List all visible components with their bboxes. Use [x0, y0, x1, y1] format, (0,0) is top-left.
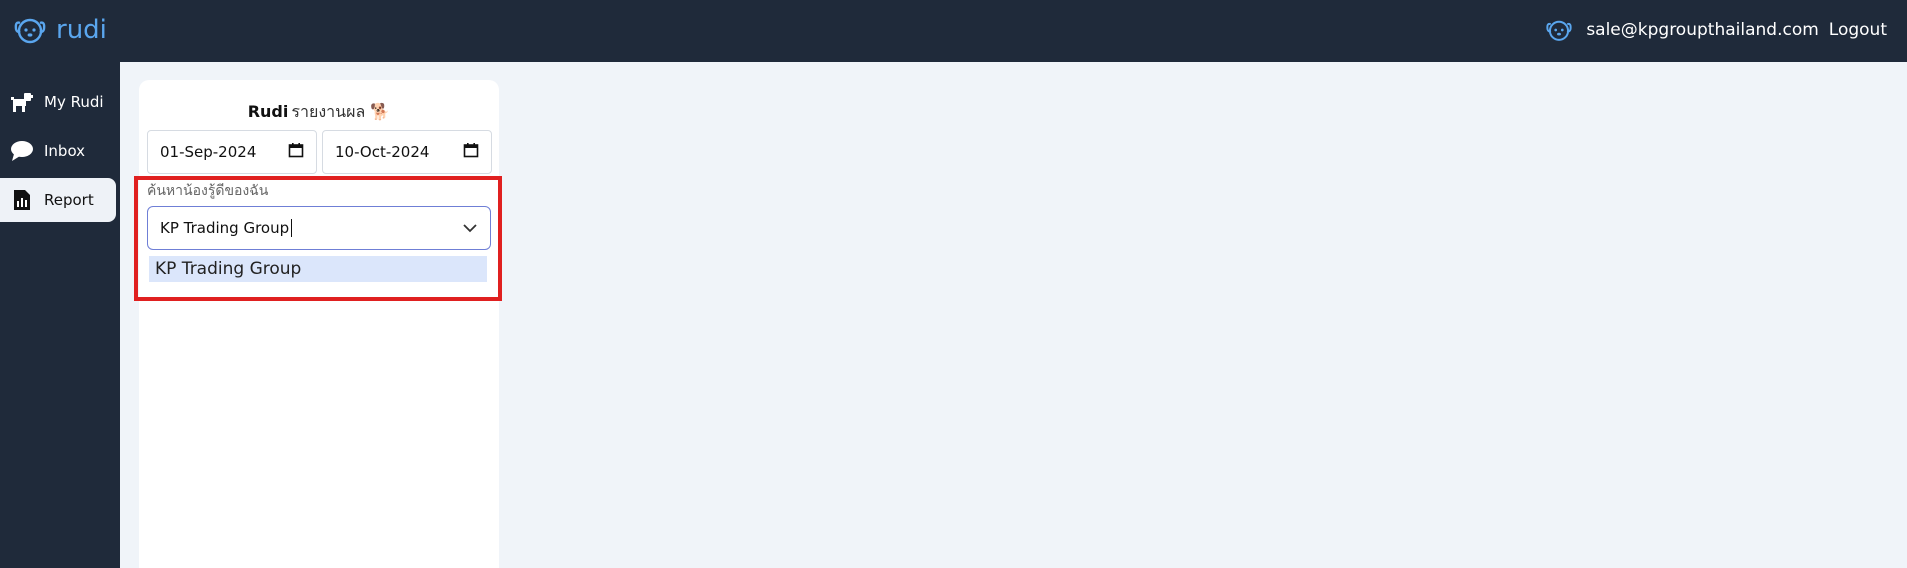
title-bold: Rudi: [247, 102, 289, 121]
dog-emoji-icon: 🐕: [370, 102, 391, 121]
sidebar-item-inbox[interactable]: Inbox: [0, 129, 116, 173]
sidebar-item-my-rudi[interactable]: My Rudi: [0, 80, 116, 124]
highlight-box: [134, 176, 502, 301]
report-panel: Rudi รายงานผล 🐕 01-Sep-2024 10-Oct-2024 ค…: [139, 80, 499, 568]
dog-icon: [0, 91, 44, 113]
start-date-value: 01-Sep-2024: [160, 143, 257, 161]
sidebar-item-label: Report: [44, 191, 94, 209]
dog-logo-icon: [12, 13, 48, 47]
brand-name: rudi: [56, 15, 107, 45]
end-date-input[interactable]: 10-Oct-2024: [322, 130, 492, 174]
chat-bubble-icon: [0, 140, 44, 162]
user-area: sale@kpgroupthailand.com Logout: [1544, 16, 1887, 44]
panel-title: Rudi รายงานผล 🐕: [139, 100, 499, 125]
sidebar: My Rudi Inbox Report: [0, 62, 120, 568]
user-email: sale@kpgroupthailand.com: [1586, 20, 1819, 40]
calendar-icon[interactable]: [288, 142, 304, 162]
calendar-icon[interactable]: [463, 142, 479, 162]
logout-button[interactable]: Logout: [1829, 20, 1887, 40]
title-text: รายงานผล: [291, 102, 366, 121]
end-date-value: 10-Oct-2024: [335, 143, 430, 161]
sidebar-item-label: My Rudi: [44, 93, 104, 111]
report-icon: [0, 189, 44, 211]
user-avatar-icon[interactable]: [1544, 16, 1574, 44]
sidebar-item-label: Inbox: [44, 142, 86, 160]
sidebar-item-report[interactable]: Report: [0, 178, 116, 222]
start-date-input[interactable]: 01-Sep-2024: [147, 130, 317, 174]
brand[interactable]: rudi: [12, 12, 107, 48]
top-bar: rudi sale@kpgroupthailand.com Logout: [0, 0, 1907, 62]
